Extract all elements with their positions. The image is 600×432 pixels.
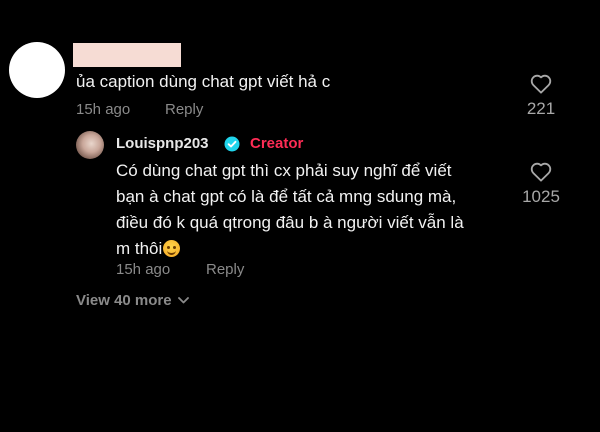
reply-author-avatar[interactable] (76, 131, 104, 159)
comment-reply-button[interactable]: Reply (165, 101, 203, 118)
comment-text: ủa caption dùng chat gpt viết hả c (76, 72, 331, 91)
reply-text-line: bạn à chat gpt có là để tất cả mng sdung… (116, 187, 457, 206)
commenter-name-redacted (73, 43, 181, 67)
reply-text-line: m thôi (116, 239, 163, 258)
creator-badge: Creator (250, 135, 304, 152)
heart-outline-icon[interactable] (530, 162, 552, 182)
chevron-down-icon (177, 291, 189, 308)
reply-text-line: điều đó k quá qtrong đâu b à người viết … (116, 213, 464, 232)
commenter-avatar[interactable] (9, 42, 65, 98)
reply-text-line-last: m thôi (116, 236, 526, 262)
reply-timestamp: 15h ago (116, 261, 171, 278)
heart-outline-icon[interactable] (530, 74, 552, 94)
view-more-label: View 40 more (76, 292, 172, 309)
view-more-replies-button[interactable]: View 40 more (76, 291, 189, 309)
reply-reply-button[interactable]: Reply (206, 261, 244, 278)
comment-timestamp: 15h ago (76, 101, 131, 118)
reply-text: Có dùng chat gpt thì cx phải suy nghĩ để… (116, 158, 526, 262)
verified-badge-icon (224, 136, 240, 152)
smiling-face-emoji-icon (163, 240, 181, 257)
reply-like-count: 1025 (522, 187, 560, 206)
reply-text-line: Có dùng chat gpt thì cx phải suy nghĩ để… (116, 161, 452, 180)
comment-like-count: 221 (526, 99, 556, 118)
reply-author-username[interactable]: Louispnp203 (116, 135, 209, 152)
